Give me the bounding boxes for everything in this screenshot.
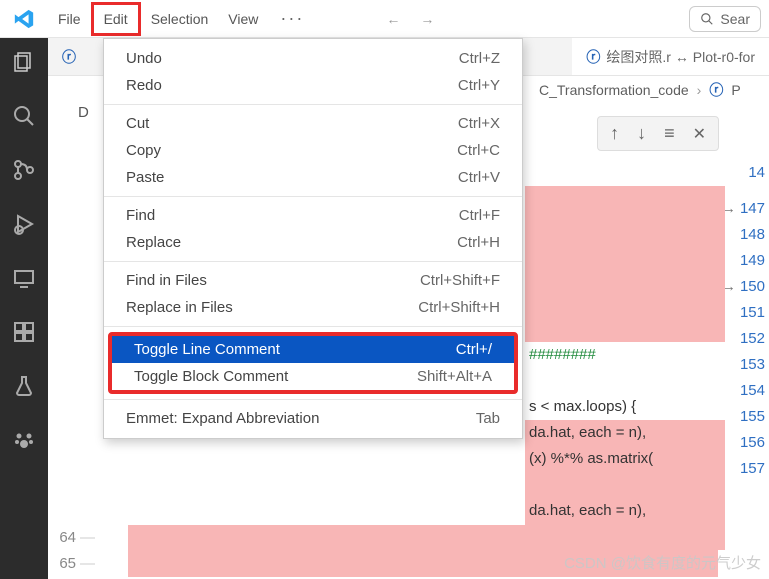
menu-paste[interactable]: PasteCtrl+V [104, 164, 522, 191]
diff-nav-toolbar: ↑ ↓ ≡ ✕ [597, 116, 719, 151]
tab-left[interactable]: ⓡ [48, 38, 103, 75]
watermark: CSDN @饮食有度的元气少女 [564, 552, 761, 573]
r-file-icon: ⓡ [709, 80, 723, 100]
tab-diff[interactable]: ⓡ 绘图对照.r ↔ Plot-r0-for [572, 38, 769, 75]
menu-emmet[interactable]: Emmet: Expand AbbreviationTab [104, 405, 522, 432]
menu-selection[interactable]: Selection [141, 5, 219, 33]
run-debug-icon[interactable] [10, 210, 38, 238]
search-icon [700, 12, 714, 26]
paw-icon[interactable] [10, 426, 38, 454]
menu-find-in-files[interactable]: Find in FilesCtrl+Shift+F [104, 267, 522, 294]
search-label: Sear [720, 11, 750, 27]
menu-replace[interactable]: ReplaceCtrl+H [104, 229, 522, 256]
r-file-icon: ⓡ [586, 47, 600, 67]
search-box[interactable]: Sear [689, 6, 761, 32]
editor-area[interactable]: ######## s < max.loops) { da.hat, each =… [525, 160, 725, 579]
list-changes-icon[interactable]: ≡ [664, 123, 675, 144]
close-icon[interactable]: ✕ [693, 124, 706, 144]
tab-left-letter: D [78, 104, 89, 121]
menu-redo[interactable]: RedoCtrl+Y [104, 72, 522, 99]
line-gutter-left: 64— 65— [48, 525, 104, 577]
menu-undo[interactable]: UndoCtrl+Z [104, 45, 522, 72]
menu-replace-in-files[interactable]: Replace in FilesCtrl+Shift+H [104, 294, 522, 321]
search-icon[interactable] [10, 102, 38, 130]
prev-change-icon[interactable]: ↑ [610, 123, 619, 144]
edit-dropdown-menu: UndoCtrl+Z RedoCtrl+Y CutCtrl+X CopyCtrl… [103, 38, 523, 439]
flask-icon[interactable] [10, 372, 38, 400]
remote-icon[interactable] [10, 264, 38, 292]
vscode-logo-icon [0, 8, 48, 30]
explorer-icon[interactable] [10, 48, 38, 76]
menu-find[interactable]: FindCtrl+F [104, 202, 522, 229]
activity-bar [0, 38, 48, 579]
menu-toggle-block-comment[interactable]: Toggle Block CommentShift+Alt+A [112, 363, 514, 390]
menu-overflow[interactable]: ··· [268, 2, 316, 35]
highlight-box: Toggle Line CommentCtrl+/ Toggle Block C… [108, 332, 518, 394]
r-file-icon: ⓡ [62, 47, 76, 67]
menu-bar: File Edit Selection View ··· ← → Sear [0, 0, 769, 38]
menu-view[interactable]: View [218, 5, 268, 33]
breadcrumb[interactable]: C_Transformation_code › ⓡ P [525, 76, 769, 104]
next-change-icon[interactable]: ↓ [637, 123, 646, 144]
source-control-icon[interactable] [10, 156, 38, 184]
nav-back-icon[interactable]: ← [386, 11, 400, 27]
menu-file[interactable]: File [48, 5, 91, 33]
nav-forward-icon[interactable]: → [420, 11, 434, 27]
menu-edit[interactable]: Edit [91, 2, 141, 36]
extensions-icon[interactable] [10, 318, 38, 346]
line-gutter-right: 14 →147 148 149 →150 151 152 153 154 155… [725, 160, 769, 482]
menu-cut[interactable]: CutCtrl+X [104, 110, 522, 137]
menu-copy[interactable]: CopyCtrl+C [104, 137, 522, 164]
tab-label: 绘图对照.r ↔ Plot-r0-for [606, 47, 755, 67]
menu-toggle-line-comment[interactable]: Toggle Line CommentCtrl+/ [112, 336, 514, 363]
